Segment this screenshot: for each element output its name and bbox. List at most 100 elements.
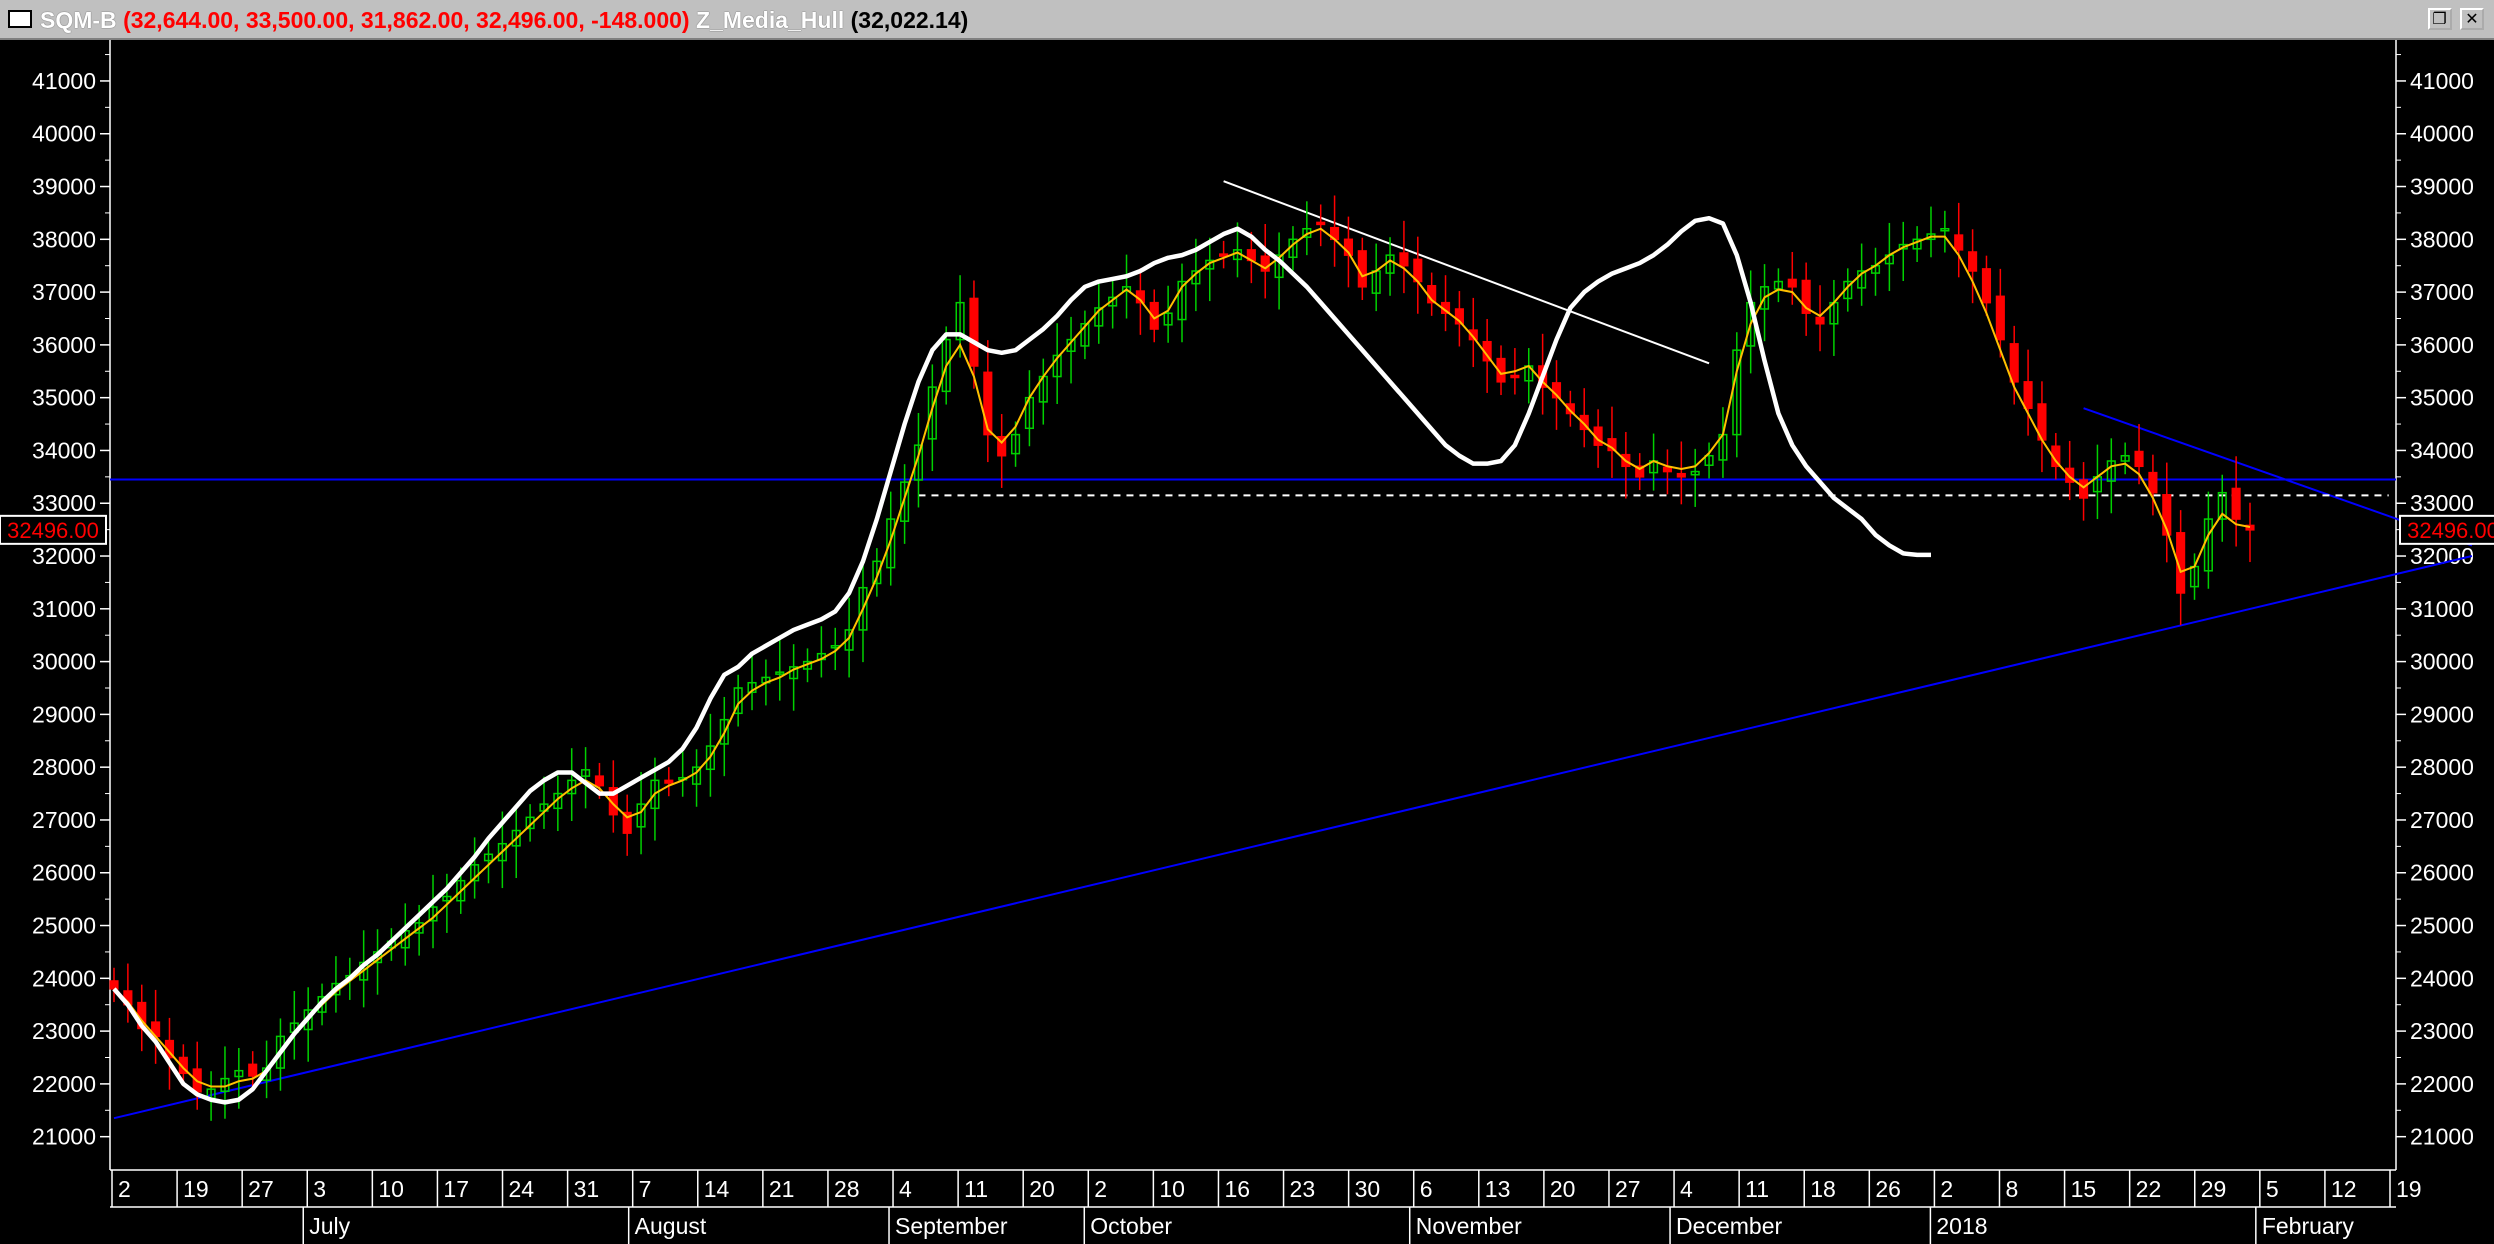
candle-down [983, 371, 993, 436]
plot-area [110, 40, 2396, 1170]
x-day-label: 2 [118, 1176, 131, 1202]
y-tick-label-right: 36000 [2410, 332, 2474, 358]
y-tick-label-right: 32000 [2410, 543, 2474, 569]
x-day-label: 27 [248, 1176, 274, 1202]
restore-window-icon[interactable]: ❐ [2427, 8, 2452, 30]
candle-down [1316, 221, 1326, 226]
y-tick-label-right: 27000 [2410, 807, 2474, 833]
y-tick-label-right: 28000 [2410, 754, 2474, 780]
x-day-label: 2 [1940, 1176, 1953, 1202]
candle-down [1357, 250, 1367, 288]
indicator-name: Z_Media_Hull [695, 7, 845, 33]
x-day-label: 24 [509, 1176, 535, 1202]
x-month-label: December [1676, 1213, 1782, 1239]
chart-titlebar[interactable]: SQM-B (32,644.00, 33,500.00, 31,862.00, … [0, 0, 2494, 40]
y-tick-label-right: 31000 [2410, 596, 2474, 622]
candle-down [1787, 278, 1797, 288]
y-tick-label-left: 39000 [32, 174, 96, 200]
right-price-axis: 21000 22000 23000 24000 25000 26000 27000 28000… [2395, 40, 2494, 1170]
candle-down [2023, 381, 2033, 409]
candle-down [2078, 479, 2089, 499]
x-day-label: 23 [1290, 1176, 1316, 1202]
x-day-label: 11 [964, 1176, 988, 1202]
candle-down [2231, 487, 2241, 520]
y-tick-label-left: 22000 [32, 1071, 96, 1097]
candle-down [1995, 295, 2005, 341]
candle-down [2009, 343, 2019, 383]
x-day-label: 5 [2266, 1176, 2279, 1202]
y-tick-label-right: 37000 [2410, 279, 2474, 305]
y-tick-label-right: 24000 [2410, 965, 2474, 991]
price-tag-text: 32496.00 [7, 518, 99, 543]
y-tick-label-left: 35000 [32, 385, 96, 411]
y-tick-label-right: 34000 [2410, 437, 2474, 463]
candle-down [664, 779, 674, 784]
y-tick-label-left: 41000 [32, 68, 96, 94]
candle-down [1399, 252, 1409, 267]
x-day-label: 8 [2005, 1176, 2018, 1202]
x-day-label: 12 [2331, 1176, 2357, 1202]
x-day-label: 14 [704, 1176, 730, 1202]
y-tick-label-left: 26000 [32, 860, 96, 886]
x-day-label: 7 [639, 1176, 652, 1202]
x-month-label: September [895, 1213, 1008, 1239]
candle-down [109, 980, 119, 990]
candle-down [1815, 316, 1825, 325]
x-day-label: 18 [1810, 1176, 1836, 1202]
x-month-label: October [1090, 1213, 1172, 1239]
x-month-label: February [2262, 1213, 2355, 1239]
x-day-label: 6 [1420, 1176, 1433, 1202]
x-day-label: 2 [1094, 1176, 1107, 1202]
last-price-tag-left: 32496.00 [0, 514, 107, 545]
y-tick-label-right: 23000 [2410, 1018, 2474, 1044]
x-month-label: July [309, 1213, 350, 1239]
x-day-label: 28 [834, 1176, 860, 1202]
date-axis: 2 19 27 3 10 17 24 31 7 14 21 28 4 11 20 2 10 16 23 30 6 13 20… [0, 1169, 2494, 1244]
left-price-axis: 21000 22000 23000 24000 25000 26000 27000 28000… [0, 40, 111, 1170]
last-price-tag-right: 32496.00 [2399, 514, 2494, 545]
x-day-label: 10 [1159, 1176, 1185, 1202]
x-day-label: 13 [1485, 1176, 1511, 1202]
y-tick-label-left: 32000 [32, 543, 96, 569]
y-tick-label-right: 22000 [2410, 1071, 2474, 1097]
y-tick-label-left: 30000 [32, 649, 96, 675]
price-tag-text: 32496.00 [2407, 518, 2494, 543]
y-tick-label-left: 27000 [32, 807, 96, 833]
price-chart[interactable]: 21000 22000 23000 24000 25000 26000 27000 28000… [0, 40, 2494, 1244]
y-tick-label-left: 25000 [32, 913, 96, 939]
x-month-label: August [635, 1213, 707, 1239]
y-tick-label-right: 38000 [2410, 226, 2474, 252]
window-buttons: ❐ ✕ [2424, 8, 2484, 30]
x-day-label: 4 [1680, 1176, 1693, 1202]
window-menu-icon[interactable] [8, 10, 32, 28]
candle-down [1676, 472, 1686, 478]
candle-down [2148, 471, 2158, 494]
y-tick-label-left: 38000 [32, 226, 96, 252]
candle-down [594, 775, 605, 787]
symbol-label: SQM-B [40, 7, 117, 33]
x-day-label: 16 [1224, 1176, 1250, 1202]
candle-down [1968, 251, 1978, 272]
y-tick-label-left: 40000 [32, 121, 96, 147]
y-tick-label-right: 39000 [2410, 174, 2474, 200]
candle-down [1981, 268, 1992, 304]
y-tick-label-left: 31000 [32, 596, 96, 622]
indicator-value: (32,022.14) [850, 7, 969, 33]
x-day-label: 19 [183, 1176, 209, 1202]
y-tick-label-right: 41000 [2410, 68, 2474, 94]
y-tick-label-right: 21000 [2410, 1124, 2474, 1150]
ohlc-readout: (32,644.00, 33,500.00, 31,862.00, 32,496… [123, 7, 690, 33]
close-window-icon[interactable]: ✕ [2460, 8, 2484, 30]
y-tick-label-right: 40000 [2410, 121, 2474, 147]
y-tick-label-right: 26000 [2410, 860, 2474, 886]
x-day-label: 10 [378, 1176, 404, 1202]
y-tick-label-left: 23000 [32, 1018, 96, 1044]
x-day-label: 4 [899, 1176, 912, 1202]
y-tick-label-right: 33000 [2410, 490, 2474, 516]
x-day-label: 22 [2136, 1176, 2162, 1202]
y-tick-label-right: 25000 [2410, 913, 2474, 939]
x-day-label: 20 [1550, 1176, 1576, 1202]
y-tick-label-left: 29000 [32, 701, 96, 727]
x-month-label: November [1416, 1213, 1522, 1239]
y-tick-label-left: 21000 [32, 1124, 96, 1150]
